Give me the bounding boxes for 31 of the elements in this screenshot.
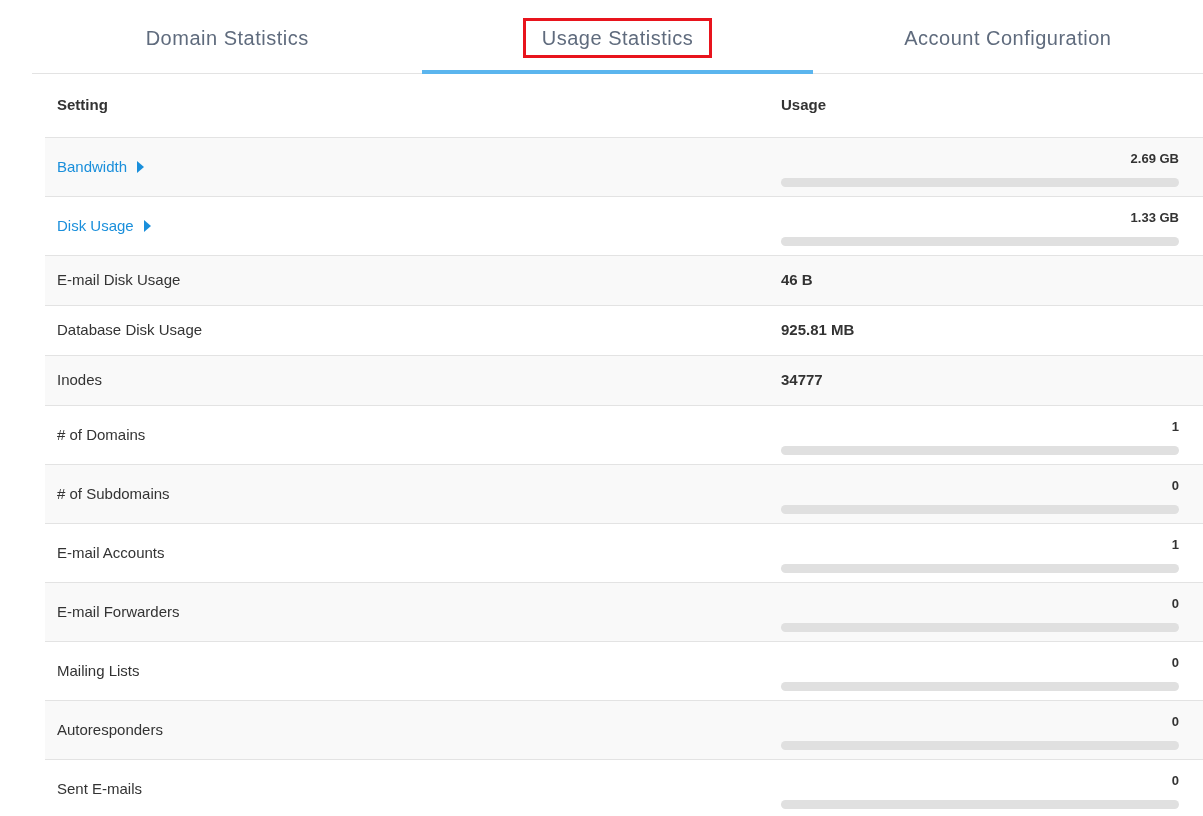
setting-label: E-mail Forwarders xyxy=(57,601,180,622)
usage-value: 925.81 MB xyxy=(781,320,855,341)
usage-value: 0 xyxy=(1171,712,1179,731)
setting-label: Sent E-mails xyxy=(57,778,143,799)
setting-label: Inodes xyxy=(57,370,103,391)
caret-icon xyxy=(137,161,145,173)
usage-value: 1.33 GB xyxy=(1130,208,1179,227)
setting-link[interactable]: Disk Usage xyxy=(57,214,151,238)
setting-label: E-mail Disk Usage xyxy=(57,270,181,291)
setting-link[interactable]: Bandwidth xyxy=(57,155,145,179)
setting-label: # of Subdomains xyxy=(57,483,170,504)
usage-value: 2.69 GB xyxy=(1130,149,1179,168)
usage-value: 46 B xyxy=(781,270,813,291)
usage-value: 0 xyxy=(1171,771,1179,790)
setting-label: # of Domains xyxy=(57,424,146,445)
setting-label: Database Disk Usage xyxy=(57,320,203,341)
usage-value: 0 xyxy=(1171,476,1179,495)
usage-value: 1 xyxy=(1171,417,1179,436)
setting-label: Mailing Lists xyxy=(57,660,140,681)
column-header: Usage xyxy=(781,95,827,116)
tab[interactable]: Account Configuration xyxy=(812,0,1203,74)
usage-value: 0 xyxy=(1171,594,1179,613)
tab[interactable]: Usage Statistics xyxy=(422,0,813,74)
column-header: Setting xyxy=(56,95,109,116)
setting-label: Autoresponders xyxy=(57,719,163,740)
usage-value: 1 xyxy=(1171,535,1179,554)
usage-value: 0 xyxy=(1171,653,1179,672)
setting-label: E-mail Accounts xyxy=(57,542,165,563)
tab[interactable]: Domain Statistics xyxy=(32,0,423,74)
usage-value: 34777 xyxy=(781,370,823,391)
caret-icon xyxy=(143,220,151,232)
